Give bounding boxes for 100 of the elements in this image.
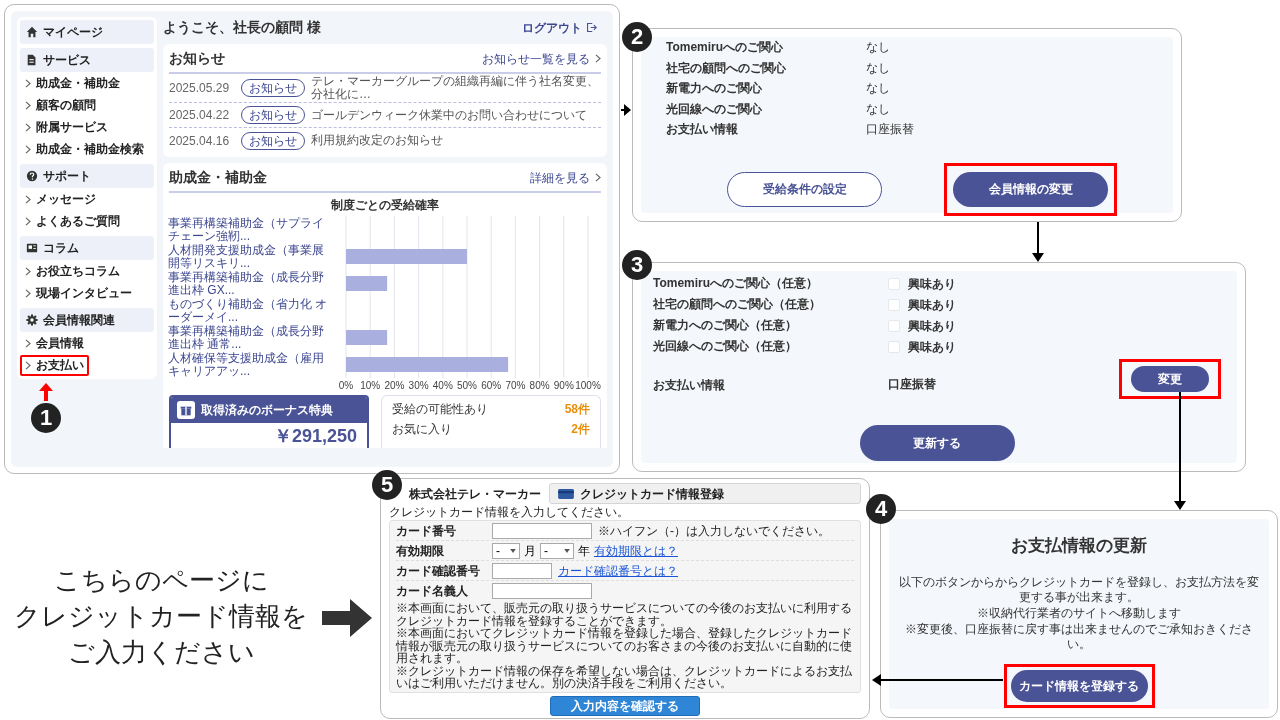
field-value: なし [866,39,891,56]
tick-label: 0% [338,380,354,391]
page-title: お支払情報の更新 [1011,535,1147,557]
sidebar-item[interactable]: お支払い [20,354,89,376]
news-date: 2025.05.29 [169,80,231,97]
help-link[interactable]: 有効期限とは？ [594,541,678,560]
category-label: 人材開発支援助成金（事業展開等リスキリ... [168,243,325,270]
category-label: 人材確保等支援助成金（雇用キャリアアッ... [168,351,325,378]
news-link[interactable]: ゴールデンウィーク休業中のお問い合わせについて [311,108,587,122]
sidebar-item[interactable]: よくあるご質問 [20,210,125,232]
news-date: 2025.04.22 [169,107,231,124]
field-label: 社宅の顧問へのご関心（任意） [653,296,822,314]
month-select[interactable]: - [492,542,520,559]
news-link[interactable]: 利用規約改定のお知らせ [311,134,443,147]
year-select[interactable]: - [540,542,574,559]
field-note: ※ハイフン（-）は入力しないでください。 [598,522,830,540]
tick-label: 80% [529,380,550,391]
bonus-amount: ￥291,250 [272,425,358,448]
confirm-button[interactable]: 入力内容を確認する [550,695,700,716]
tick-label: 40% [432,380,453,391]
sidebar-heading[interactable]: 会員情報関連 [20,308,154,332]
step-badge: 5 [372,470,402,500]
chevron-icon [25,78,31,88]
sidebar-item[interactable]: 助成金・補助金 [20,72,125,94]
sidebar-item[interactable]: お役立ちコラム [20,260,125,282]
arrow [620,104,631,116]
checkbox-label: 興味あり [908,318,956,335]
card-title: 助成金・補助金 [169,168,267,187]
help-link[interactable]: カード確認番号とは？ [558,561,678,580]
sidebar-heading[interactable]: サポート [20,164,154,188]
chart-bar [346,330,388,345]
input-field[interactable] [492,583,592,599]
caret-icon [510,548,516,553]
company-name: 株式会社テレ・マーカー [409,486,541,501]
caret-icon [564,548,570,553]
stat-count: 58件 [564,401,590,418]
news-link[interactable]: テレ・マーカーグループの組織再編に伴う社名変更、分社化に… [311,75,601,101]
chevron-icon [25,122,31,132]
see-all-link[interactable]: お知らせ一覧を見る [482,49,601,68]
checkbox[interactable] [888,320,900,332]
checkbox[interactable] [888,278,900,290]
note-text: ※本画面においてクレジットカード情報を登録した場合、登録したクレジットカード情報が販売元の取り扱うサービスについてのお客さまの今後のお支払いに自動的に使用されます。 [396,627,853,665]
chevron-icon [25,100,31,110]
caption-text: クレジットカード情報を [14,600,308,633]
field-label: Tomemiruへのご関心（任意） [653,275,820,293]
caption-text: こちらのページに [53,564,269,597]
sidebar-heading[interactable]: マイページ [20,20,154,44]
checkbox[interactable] [888,299,900,311]
field-label: カード番号 [396,522,457,540]
chart-bar [346,276,388,291]
field-label: 新電力へのご関心（任意） [653,317,798,335]
action-button[interactable]: 会員情報の変更 [953,171,1108,207]
stat-count: 2件 [571,421,590,438]
action-button[interactable]: 受給条件の設定 [727,171,882,207]
caption-text: ご入力ください [67,636,255,669]
tick-label: 90% [553,380,574,391]
chevron-icon [25,360,31,370]
bonus-title: 取得済みのボーナス特典 [201,402,333,419]
field-label: お支払い情報 [666,121,739,138]
sidebar-item[interactable]: 顧客の顧問 [20,94,101,116]
info-text: 以下のボタンからからクレジットカードを登録し、お支払方法を変更する事が出来ます。 [898,574,1260,605]
item-label: 会員情報 [36,335,84,352]
input-field[interactable] [492,522,592,539]
tick-label: 60% [481,380,502,391]
unit-label: 月 [524,542,536,560]
sidebar-heading[interactable]: コラム [20,236,154,260]
chart-title: 制度ごとの受給確率 [331,197,439,214]
category-label: ものづくり補助金（省力化 オーダーメイ... [168,297,329,324]
register-card-button[interactable]: カード情報を登録する [1010,669,1148,702]
item-label: 助成金・補助金検索 [36,141,144,158]
settings-icon [26,314,38,326]
tick-label: 30% [408,380,429,391]
change-button[interactable]: 変更 [1131,366,1209,392]
input-field[interactable] [492,562,552,579]
tick-label: 100% [575,380,601,391]
chevron-icon [595,173,601,182]
book-icon [26,242,38,254]
sidebar-item[interactable]: メッセージ [20,188,101,210]
sidebar-item[interactable]: 附属サービス [20,116,113,138]
sidebar-item[interactable]: 現場インタビュー [20,282,137,304]
logout-link[interactable]: ログアウト [522,18,597,37]
checkbox-label: 興味あり [908,297,956,314]
news-date: 2025.04.16 [169,132,231,150]
chevron-icon [25,216,31,226]
tick-label: 70% [505,380,526,391]
chevron-icon [25,144,31,154]
details-link[interactable]: 詳細を見る [530,168,601,187]
item-label: 助成金・補助金 [36,75,120,92]
field-label: 社宅の顧問へのご関心 [666,59,787,77]
sidebar-heading[interactable]: サービス [20,48,154,72]
info-text: ※収納代行業者のサイトへ移動します [977,605,1181,621]
chevron-icon [25,338,31,348]
logout-icon [586,22,597,33]
sidebar-item[interactable]: 助成金・補助金検索 [20,138,149,160]
sidebar-item[interactable]: 会員情報 [20,332,89,354]
credit-card-icon [558,488,574,499]
update-button[interactable]: 更新する [859,425,1015,461]
item-label: 現場インタビュー [36,285,132,302]
category-label: 事業再構築補助金（成長分野進出枠 通常... [168,324,325,351]
checkbox[interactable] [888,341,900,353]
